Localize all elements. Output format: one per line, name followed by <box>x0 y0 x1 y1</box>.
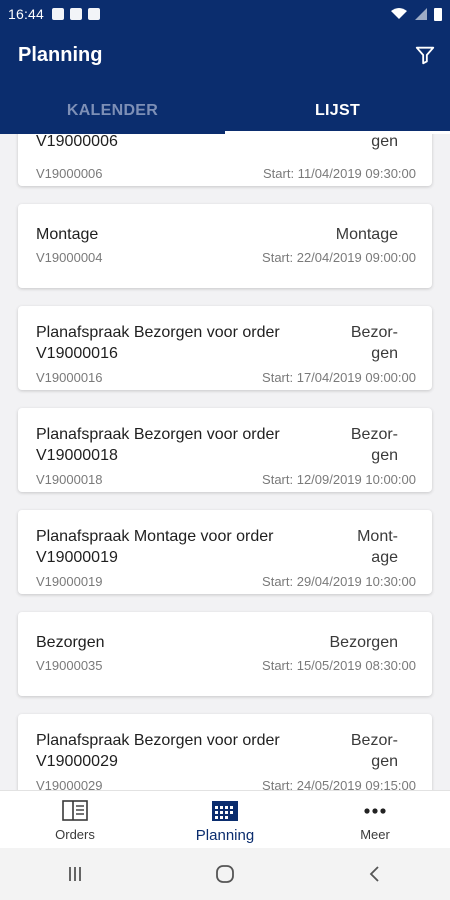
appointment-type: Bezor-gen <box>350 324 398 362</box>
orders-icon <box>62 800 88 821</box>
appointment-title: Planafspraak Bezorgen voor order V190000… <box>36 324 280 362</box>
appointment-id: V19000035 <box>36 658 103 673</box>
appointment-id: V19000019 <box>36 574 103 589</box>
page-title: Planning <box>18 44 103 66</box>
appointment-title: Planafspraak Montage voor order V1900001… <box>36 528 274 566</box>
system-navigation-bar <box>0 848 450 900</box>
signal-icon <box>415 8 427 20</box>
list-item[interactable]: Bezorgen Bezorgen V19000035 Start: 15/05… <box>18 612 432 696</box>
image-notification-icon <box>52 8 65 20</box>
nav-orders-label: Orders <box>55 827 95 842</box>
appointment-id: V19000016 <box>36 370 103 385</box>
list-item[interactable]: Montage Montage V19000004 Start: 22/04/2… <box>18 204 432 288</box>
appointment-start: Start: 22/04/2019 09:00:00 <box>262 250 416 265</box>
appointment-start: Start: 12/09/2019 10:00:00 <box>262 472 416 487</box>
appointment-type: Bezor-gen <box>350 732 398 770</box>
appointment-title: Planafspraak Bezorgen voor order V190000… <box>36 732 280 770</box>
list-item[interactable]: Planafspraak Montage voor order V1900001… <box>18 510 432 594</box>
wifi-icon <box>391 8 407 19</box>
status-bar: 16:44 <box>0 0 450 28</box>
appointment-title: Planafspraak Bezorgen voor order V190000… <box>36 426 280 464</box>
appointment-title: Planafspraak Montage voor order V1900000… <box>36 134 118 150</box>
view-tabs: KALENDER LIJST <box>0 94 450 134</box>
nav-meer-label: Meer <box>360 827 390 842</box>
list-item[interactable]: Planafspraak Montage voor order V1900000… <box>18 134 432 186</box>
battery-icon <box>434 7 442 21</box>
appointment-type: Montage <box>335 226 398 243</box>
app-bar: Planning KALENDER LIJST <box>0 28 450 134</box>
nav-planning-label: Planning <box>195 827 255 844</box>
home-icon[interactable] <box>214 863 236 885</box>
appointment-start: Start: 11/04/2019 09:30:00 <box>263 166 416 181</box>
more-icon <box>364 808 386 814</box>
appointment-id: V19000029 <box>36 778 103 790</box>
app-notification-icon <box>70 8 83 20</box>
appointment-start: Start: 15/05/2019 08:30:00 <box>262 658 416 673</box>
list-item[interactable]: Planafspraak Bezorgen voor order V190000… <box>18 714 432 790</box>
storage-notification-icon <box>88 8 101 20</box>
appointment-type: Bezor-gen <box>350 426 398 464</box>
tab-kalender[interactable]: KALENDER <box>0 94 225 134</box>
appointment-id: V19000018 <box>36 472 103 487</box>
planning-list[interactable]: Planafspraak Montage voor order V1900000… <box>0 134 450 790</box>
back-icon[interactable] <box>364 863 386 885</box>
tab-lijst[interactable]: LIJST <box>225 94 450 134</box>
nav-orders[interactable]: Orders <box>0 791 150 848</box>
status-time: 16:44 <box>8 6 45 22</box>
notification-icons <box>52 8 101 20</box>
nav-planning[interactable]: Planning <box>150 791 300 848</box>
appointment-title: Montage <box>36 226 99 243</box>
nav-meer[interactable]: Meer <box>300 791 450 848</box>
appointment-start: Start: 17/04/2019 09:00:00 <box>262 370 416 385</box>
bottom-navigation: Orders Planning Meer <box>0 790 450 848</box>
filter-icon[interactable] <box>414 44 436 66</box>
calendar-icon <box>212 801 238 821</box>
recents-icon[interactable] <box>64 863 86 885</box>
appointment-type: Bezorgen <box>329 634 399 651</box>
appointment-type: Mont-age <box>357 528 398 566</box>
appointment-start: Start: 29/04/2019 10:30:00 <box>262 574 416 589</box>
list-item[interactable]: Planafspraak Bezorgen voor order V190000… <box>18 408 432 492</box>
appointment-start: Start: 24/05/2019 09:15:00 <box>262 778 416 790</box>
appointment-type: gen <box>371 134 398 150</box>
list-item[interactable]: Planafspraak Bezorgen voor order V190000… <box>18 306 432 390</box>
appointment-title: Bezorgen <box>36 634 105 651</box>
appointment-id: V19000006 <box>36 166 103 181</box>
appointment-id: V19000004 <box>36 250 103 265</box>
